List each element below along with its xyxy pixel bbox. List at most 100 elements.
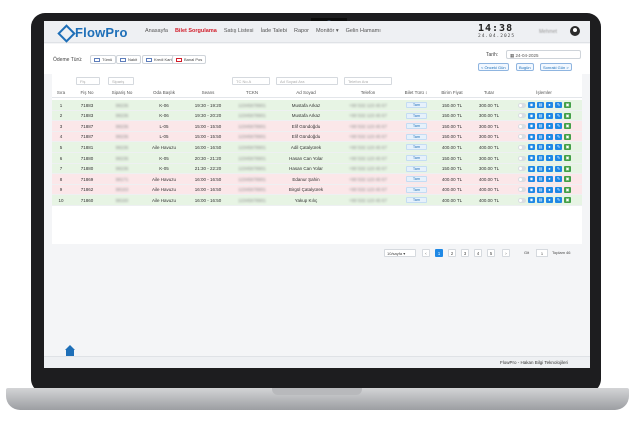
print-icon[interactable]: ▤ [537,133,544,140]
user-icon[interactable]: ● [546,144,553,151]
toggle-switch[interactable] [518,134,526,140]
edit-icon[interactable]: ✎ [555,186,562,193]
table-row[interactable]: 1 71883 98236 K-06 19:30 - 19:20 12345678901 M… [52,100,582,111]
edit-icon[interactable]: ✎ [555,133,562,140]
next-page-button[interactable]: › [502,249,510,257]
payment-bank-pos-button[interactable]: Banal Pos [172,55,207,64]
view-icon[interactable]: ◉ [528,186,535,193]
view-icon[interactable]: ◉ [528,144,535,151]
table-row[interactable]: 6 71880 98236 K-05 20:30 - 21:20 12345678901 H… [52,153,582,164]
prev-page-button[interactable]: ‹ [422,249,430,257]
page-5-button[interactable]: 5 [487,249,495,257]
receipt-icon[interactable]: ▣ [564,155,571,161]
print-icon[interactable]: ▤ [537,197,544,204]
goto-page-input[interactable]: 1 [536,249,548,257]
print-icon[interactable]: ▤ [537,165,544,172]
user-name[interactable]: Mehmet [539,29,557,35]
receipt-icon[interactable]: ▣ [564,186,571,193]
table-row[interactable]: 9 71862 98163 Aile Havuzu 16:00 - 16:50 12345… [52,184,582,196]
edit-icon[interactable]: ✎ [555,176,562,183]
toggle-switch[interactable] [518,197,526,203]
print-icon[interactable]: ▤ [537,102,544,108]
search-tc-input[interactable]: TC No A [232,77,270,85]
user-icon[interactable]: ● [546,176,553,183]
nav-monitor[interactable]: Monitör ▾ [316,28,339,34]
search-fis-input[interactable]: Fiş [76,77,100,85]
view-icon[interactable]: ◉ [528,165,535,172]
edit-icon[interactable]: ✎ [555,165,562,172]
table-row[interactable]: 3 71887 98236 L-05 15:00 - 15:50 12345678901 E… [52,121,582,132]
print-icon[interactable]: ▤ [537,186,544,193]
user-icon[interactable]: ● [546,123,553,130]
payment-all-button[interactable]: Tümü [90,55,117,64]
brand-logo[interactable]: FlowPro [58,24,128,40]
today-button[interactable]: Bugün [516,63,534,71]
date-input[interactable]: ▦ 24-04-2025 [506,50,581,59]
next-day-button[interactable]: Sonraki Gün > [540,63,572,71]
toggle-switch[interactable] [518,144,526,150]
receipt-icon[interactable]: ▣ [564,112,571,119]
toggle-switch[interactable] [518,166,526,172]
user-icon[interactable]: ● [546,155,553,161]
view-icon[interactable]: ◉ [528,197,535,204]
print-icon[interactable]: ▤ [537,144,544,151]
user-icon[interactable]: ● [546,133,553,140]
page-2-button[interactable]: 2 [448,249,456,257]
toggle-switch[interactable] [518,113,526,119]
toggle-switch[interactable] [518,155,526,161]
edit-icon[interactable]: ✎ [555,123,562,130]
nav-anasayfa[interactable]: Anasayfa [145,28,168,34]
edit-icon[interactable]: ✎ [555,144,562,151]
edit-icon[interactable]: ✎ [555,102,562,108]
payment-cash-button[interactable]: Nakit [116,55,142,64]
search-name-input[interactable]: Ad Soyad Ara [276,77,338,85]
table-row[interactable]: 4 71887 98236 L-05 15:00 - 15:50 12345678901 E… [52,131,582,143]
per-page-select[interactable]: 10/sayfa ▾ [384,249,416,257]
receipt-icon[interactable]: ▣ [564,102,571,108]
page-4-button[interactable]: 4 [474,249,482,257]
receipt-icon[interactable]: ▣ [564,165,571,172]
receipt-icon[interactable]: ▣ [564,144,571,151]
receipt-icon[interactable]: ▣ [564,197,571,204]
toggle-switch[interactable] [518,102,526,108]
user-avatar-icon[interactable] [570,26,580,36]
receipt-icon[interactable]: ▣ [564,133,571,140]
view-icon[interactable]: ◉ [528,102,535,108]
toggle-switch[interactable] [518,176,526,182]
nav-bilet-sorgulama[interactable]: Bilet Sorgulama [175,28,217,34]
nav-satis-listesi[interactable]: Satış Listesi [224,28,254,34]
user-icon[interactable]: ● [546,186,553,193]
print-icon[interactable]: ▤ [537,112,544,119]
edit-icon[interactable]: ✎ [555,112,562,119]
user-icon[interactable]: ● [546,165,553,172]
view-icon[interactable]: ◉ [528,155,535,161]
print-icon[interactable]: ▤ [537,155,544,161]
print-icon[interactable]: ▤ [537,176,544,183]
search-phone-input[interactable]: Telefon Ara [344,77,392,85]
nav-gelin-hamami[interactable]: Gelin Hamamı [346,28,381,34]
edit-icon[interactable]: ✎ [555,197,562,204]
toggle-switch[interactable] [518,187,526,193]
user-icon[interactable]: ● [546,197,553,204]
header-bilet-turu[interactable]: Bilet Türü ↕ [400,90,432,95]
nav-rapor[interactable]: Rapor [294,28,309,34]
user-icon[interactable]: ● [546,102,553,108]
print-icon[interactable]: ▤ [537,123,544,130]
receipt-icon[interactable]: ▣ [564,123,571,130]
user-icon[interactable]: ● [546,112,553,119]
toggle-switch[interactable] [518,123,526,129]
page-1-button[interactable]: 1 [435,249,443,257]
table-row[interactable]: 7 71880 98236 K-05 21:30 - 22:20 12345678901 H… [52,163,582,175]
table-row[interactable]: 8 71869 98171 Aile Havuzu 16:00 - 16:50 12345… [52,174,582,185]
view-icon[interactable]: ◉ [528,123,535,130]
view-icon[interactable]: ◉ [528,133,535,140]
edit-icon[interactable]: ✎ [555,155,562,161]
search-siparis-input[interactable]: Sipariş [108,77,134,85]
table-row[interactable]: 2 71883 98236 K-06 19:30 - 20:20 12345678901 M… [52,110,582,122]
nav-iade-talebi[interactable]: İade Talebi [260,28,287,34]
view-icon[interactable]: ◉ [528,176,535,183]
receipt-icon[interactable]: ▣ [564,176,571,183]
page-3-button[interactable]: 3 [461,249,469,257]
table-row[interactable]: 10 71860 98160 Aile Havuzu 16:00 - 16:50 1234… [52,195,582,206]
view-icon[interactable]: ◉ [528,112,535,119]
